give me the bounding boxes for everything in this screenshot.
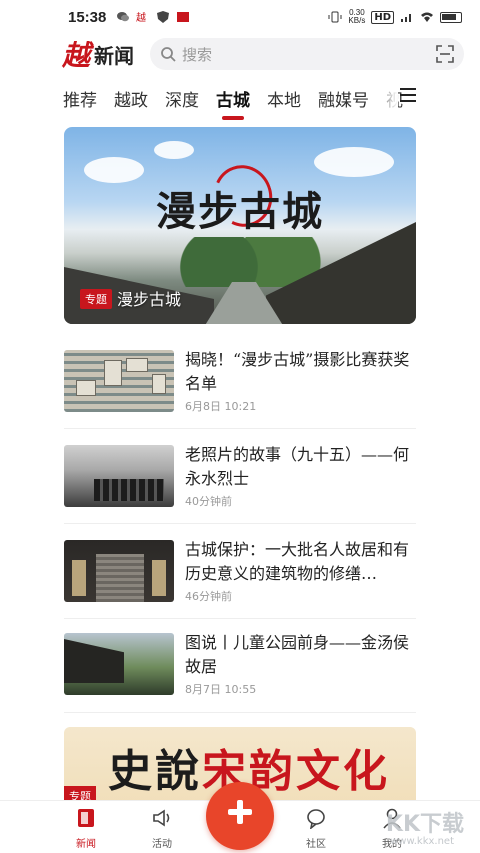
app-notify-icon: 越: [136, 11, 146, 23]
speaker-icon: [153, 809, 170, 827]
news-time: 46分钟前: [185, 590, 232, 603]
tab-media[interactable]: 融媒号: [318, 86, 369, 111]
publish-plus-button[interactable]: [206, 782, 274, 850]
nav-label: 社区: [306, 839, 326, 850]
app-name: 新闻: [94, 43, 135, 68]
divider: [64, 523, 416, 524]
map-block: [76, 380, 96, 396]
nav-label: 活动: [152, 839, 172, 850]
news-time: 8月7日 10:55: [185, 683, 257, 696]
plaque-shape: [152, 560, 166, 596]
shield-icon: [157, 11, 170, 23]
roof-shape: [64, 639, 124, 683]
tabs-fade: [372, 80, 398, 116]
channel-menu-icon[interactable]: [400, 88, 416, 102]
battery-icon: [440, 11, 462, 23]
news-item[interactable]: 古城保护：一大批名人故居和有历史意义的建筑物的修缮… 46分钟前: [64, 540, 416, 634]
news-thumbnail: [64, 445, 174, 507]
map-block: [152, 374, 166, 394]
watermark-url: www.kkx.net: [390, 836, 454, 847]
news-time: 6月8日 10:21: [185, 400, 257, 413]
network-speed: 0.30 KB/s: [348, 9, 365, 25]
vibrate-icon: [328, 11, 342, 23]
cloud-shape: [314, 147, 394, 177]
tab-yuezheng[interactable]: 越政: [114, 86, 148, 111]
news-thumbnail: [64, 350, 174, 412]
svg-text:越: 越: [136, 11, 146, 23]
divider: [64, 618, 416, 619]
search-icon: [161, 47, 176, 62]
search-bar[interactable]: 搜索: [150, 38, 464, 70]
hd-badge: HD: [371, 10, 394, 24]
tab-recommend[interactable]: 推荐: [63, 86, 97, 111]
wifi-icon: [421, 12, 433, 22]
news-item[interactable]: 揭晓！“漫步古城”摄影比赛获奖名单 6月8日 10:21: [64, 350, 416, 444]
tab-ancient-city[interactable]: 古城: [216, 86, 250, 111]
news-thumbnail: [64, 633, 174, 695]
door-shape: [96, 554, 144, 602]
nav-community[interactable]: 社区: [294, 807, 338, 850]
news-book-icon: [78, 809, 94, 827]
topic-tag: 专题: [80, 289, 112, 309]
watermark: KK下载: [385, 812, 464, 837]
news-title: 古城保护：一大批名人故居和有历史意义的建筑物的修缮…: [185, 540, 410, 583]
status-time: 15:38: [68, 8, 107, 26]
crowd-shape: [94, 479, 164, 501]
tab-depth[interactable]: 深度: [165, 86, 199, 111]
news-time: 40分钟前: [185, 495, 232, 508]
news-title: 揭晓！“漫步古城”摄影比赛获奖名单: [185, 350, 410, 393]
news-thumbnail: [64, 540, 174, 602]
news-title: 老照片的故事（九十五）——何永水烈士: [185, 445, 410, 488]
divider: [64, 428, 416, 429]
scan-icon[interactable]: [436, 45, 454, 63]
nav-label: 新闻: [76, 839, 96, 850]
cloud-shape: [154, 141, 194, 159]
map-block: [126, 358, 148, 372]
nav-news[interactable]: 新闻: [64, 807, 108, 850]
map-block: [104, 360, 122, 386]
banner-caption: 漫步古城: [117, 290, 182, 309]
chat-bubble-icon: [307, 809, 325, 830]
plaque-shape: [72, 560, 86, 596]
channel-tabs: 推荐 越政 深度 古城 本地 融媒号 视: [0, 80, 480, 116]
signal-icon: [401, 14, 411, 22]
news-title: 图说丨儿童公园前身——金汤侯故居: [185, 633, 410, 676]
wechat-icon: [117, 12, 130, 22]
banner2-title-dark: 史說: [108, 746, 202, 797]
app-header: 越 新闻 搜索: [0, 34, 480, 74]
tab-local[interactable]: 本地: [267, 86, 301, 111]
banner-title: 漫步古城: [156, 188, 324, 235]
divider: [64, 712, 416, 713]
nav-activity[interactable]: 活动: [140, 807, 184, 850]
status-bar: 15:38 越 0.30 KB/s HD: [0, 0, 480, 34]
search-placeholder: 搜索: [182, 45, 213, 64]
speed-unit: KB/s: [348, 16, 366, 25]
app-logo: 越: [62, 39, 91, 72]
app-badge-icon: [177, 12, 190, 22]
news-item[interactable]: 老照片的故事（九十五）——何永水烈士 40分钟前: [64, 445, 416, 539]
